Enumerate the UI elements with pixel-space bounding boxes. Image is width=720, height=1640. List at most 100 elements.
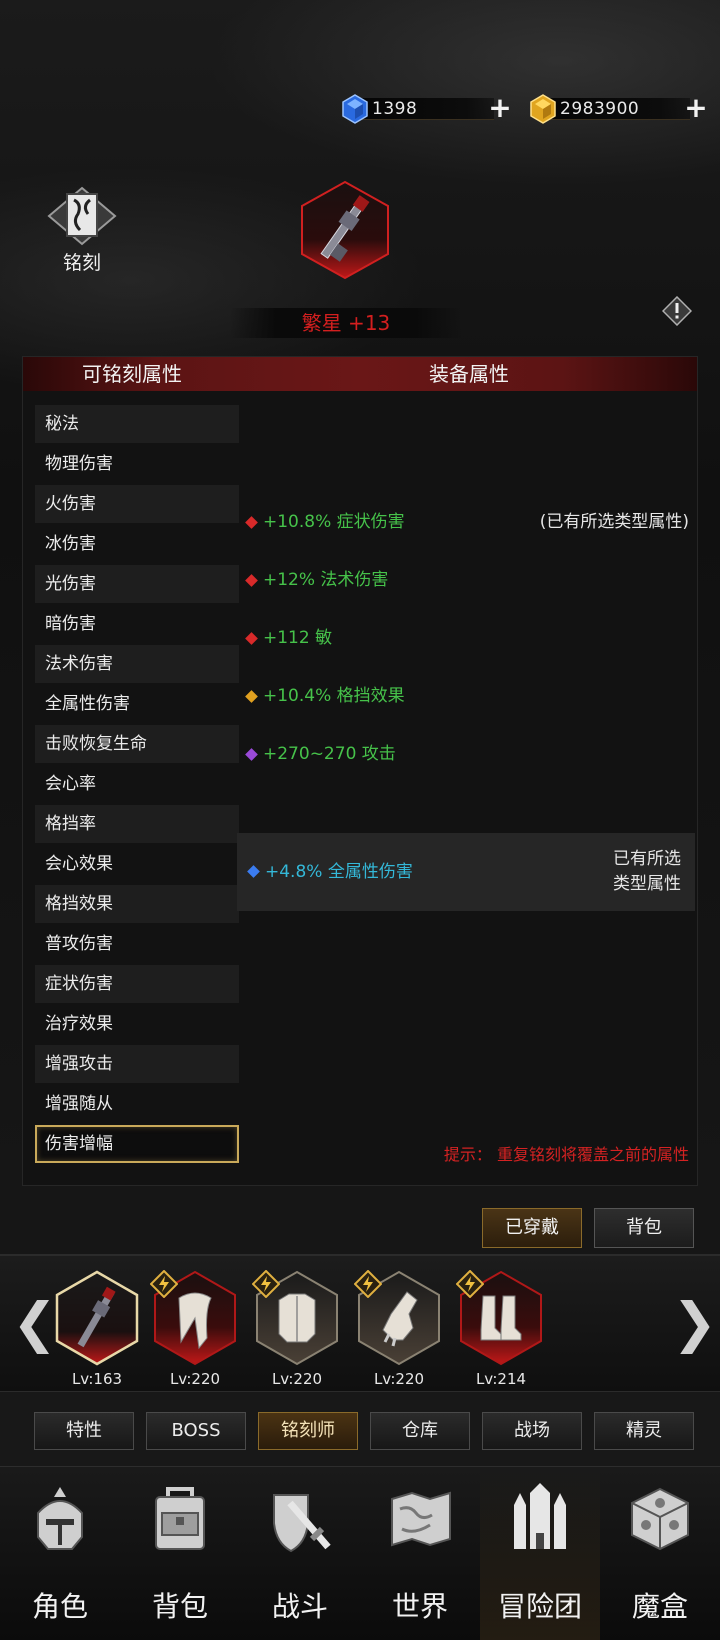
note-line-1: 已有所选 (613, 849, 681, 869)
castle-icon (514, 1483, 566, 1549)
item-name: 繁星 +13 (301, 311, 391, 335)
equip-attr-row: +10.8% 症状伤害 (已有所选类型属性) (241, 507, 697, 537)
equip-attr-text: +112 敏 (263, 628, 333, 648)
attr-item-dark-dmg[interactable]: 暗伤害 (35, 605, 239, 643)
lightning-badge-icon (252, 1270, 280, 1298)
selected-weapon-icon (301, 180, 389, 280)
attr-item-spell-dmg[interactable]: 法术伤害 (35, 645, 239, 683)
tab-traits[interactable]: 特性 (34, 1412, 134, 1450)
attr-item-kill-heal[interactable]: 击败恢复生命 (35, 725, 239, 763)
equip-attr-list: +10.8% 症状伤害 (已有所选类型属性) +12% 法术伤害 +112 敏 … (237, 405, 697, 1185)
attr-item-physical-dmg[interactable]: 物理伤害 (35, 445, 239, 483)
equip-slot-gauntlet[interactable]: Lv:220 (354, 1270, 444, 1388)
nav-label: 角色 (31, 1590, 88, 1623)
red-gem-icon (245, 574, 258, 587)
attr-item-crit-effect[interactable]: 会心效果 (35, 845, 239, 883)
attr-item-ice-dmg[interactable]: 冰伤害 (35, 525, 239, 563)
nav-label: 冒险团 (497, 1590, 582, 1623)
attr-item-block-effect[interactable]: 格挡效果 (35, 885, 239, 923)
equip-slot-boots[interactable]: Lv:214 (456, 1270, 546, 1388)
equip-slot-armor[interactable]: Lv:220 (252, 1270, 342, 1388)
attr-item-enhance-minion[interactable]: 增强随从 (35, 1085, 239, 1123)
overwrite-hint: 提示： 重复铭刻将覆盖之前的属性 (443, 1145, 689, 1164)
attr-item-all-dmg[interactable]: 全属性伤害 (35, 685, 239, 723)
tab-battlefield[interactable]: 战场 (482, 1412, 582, 1450)
equipped-button[interactable]: 已穿戴 (482, 1208, 582, 1248)
gold-crystal-icon (530, 94, 556, 124)
bag-button[interactable]: 背包 (594, 1208, 694, 1248)
slot-level: Lv:220 (169, 1370, 221, 1388)
nav-adventure-team[interactable]: 冒险团 (480, 1467, 600, 1640)
blue-gem-icon (247, 865, 260, 878)
equip-slot-gun[interactable]: Lv:163 (52, 1270, 142, 1388)
engrave-icon (47, 186, 117, 246)
nav-magic-box[interactable]: 魔盒 (600, 1467, 720, 1640)
equipment-carousel: ❮ ❯ Lv:163 Lv:220 Lv:220 Lv:220 Lv:214 (0, 1254, 720, 1392)
sword-shield-icon (273, 1494, 331, 1553)
equip-attr-text: +12% 法术伤害 (263, 570, 389, 590)
lightning-badge-icon (150, 1270, 178, 1298)
existing-type-attr-box: +4.8% 全属性伤害 已有所选 类型属性 (237, 833, 695, 911)
backpack-icon (155, 1487, 205, 1550)
tab-boss[interactable]: BOSS (146, 1412, 246, 1450)
nav-label: 魔盒 (631, 1590, 688, 1623)
attr-item-arcane[interactable]: 秘法 (35, 405, 239, 443)
red-gem-icon (245, 632, 258, 645)
engrave-label: 铭刻 (62, 252, 101, 274)
attr-item-heal-effect[interactable]: 治疗效果 (35, 1005, 239, 1043)
equip-attrs-header: 装备属性 (429, 362, 509, 386)
engravable-attrs-header: 可铭刻属性 (82, 362, 182, 386)
equip-attr-row: +112 敏 (241, 623, 697, 653)
nav-character[interactable]: 角色 (0, 1467, 120, 1640)
engrave-panel: 可铭刻属性 装备属性 秘法 物理伤害 火伤害 冰伤害 光伤害 暗伤害 法术伤害 … (22, 356, 698, 1186)
equip-attr-row: +10.4% 格挡效果 (241, 681, 697, 711)
equip-attr-row: +270~270 攻击 (241, 739, 697, 769)
tab-spirit[interactable]: 精灵 (594, 1412, 694, 1450)
slot-level: Lv:220 (373, 1370, 425, 1388)
attr-item-basic-attack-dmg[interactable]: 普攻伤害 (35, 925, 239, 963)
tab-engraver[interactable]: 铭刻师 (258, 1412, 358, 1450)
attr-item-dmg-amplify[interactable]: 伤害增幅 (35, 1125, 239, 1163)
note-line-2: 类型属性 (613, 874, 681, 894)
engrave-button[interactable]: 铭刻 (44, 186, 120, 275)
equip-attr-row: +12% 法术伤害 (241, 565, 697, 595)
equip-attr-note: (已有所选类型属性) (539, 512, 689, 532)
lightning-badge-icon (354, 1270, 382, 1298)
slot-level: Lv:214 (475, 1370, 527, 1388)
equip-attr-text: +10.8% 症状伤害 (263, 512, 405, 532)
add-gold-button[interactable]: + (684, 94, 708, 122)
highlight-attr-note: 已有所选 类型属性 (613, 847, 681, 897)
nav-battle[interactable]: 战斗 (240, 1467, 360, 1640)
tab-warehouse[interactable]: 仓库 (370, 1412, 470, 1450)
item-name-bar: 繁星 +13 (230, 308, 462, 338)
nav-bag[interactable]: 背包 (120, 1467, 240, 1640)
attr-item-block-rate[interactable]: 格挡率 (35, 805, 239, 843)
magic-cube-icon (631, 1487, 689, 1551)
equip-slot-scarf[interactable]: Lv:220 (150, 1270, 240, 1388)
panel-header: 可铭刻属性 装备属性 (23, 357, 697, 391)
attr-item-crit-rate[interactable]: 会心率 (35, 765, 239, 803)
nav-world[interactable]: 世界 (360, 1467, 480, 1640)
lightning-badge-icon (456, 1270, 484, 1298)
add-gem-button[interactable]: + (488, 94, 512, 122)
gold-currency: 2983900 + (528, 94, 708, 124)
engravable-attr-list: 秘法 物理伤害 火伤害 冰伤害 光伤害 暗伤害 法术伤害 全属性伤害 击败恢复生… (35, 405, 239, 1165)
purple-gem-icon (245, 748, 258, 761)
prev-arrow-icon[interactable]: ❮ (12, 1296, 57, 1350)
bottom-nav: 角色 背包 战斗 世界 冒险团 魔盒 (0, 1466, 720, 1640)
attr-item-light-dmg[interactable]: 光伤害 (35, 565, 239, 603)
next-arrow-icon[interactable]: ❯ (672, 1296, 717, 1350)
gold-value: 2983900 (560, 99, 640, 119)
highlight-attr-text: +4.8% 全属性伤害 (265, 862, 413, 882)
info-icon[interactable] (662, 296, 692, 326)
equip-attr-text: +270~270 攻击 (263, 744, 396, 764)
knight-helmet-icon (37, 1487, 83, 1550)
blue-gem-icon (342, 94, 368, 124)
slot-level: Lv:163 (71, 1370, 123, 1388)
attr-item-enhance-attack[interactable]: 增强攻击 (35, 1045, 239, 1083)
red-gem-icon (245, 516, 258, 529)
equip-attr-text: +10.4% 格挡效果 (263, 686, 405, 706)
slot-level: Lv:220 (271, 1370, 323, 1388)
attr-item-status-dmg[interactable]: 症状伤害 (35, 965, 239, 1003)
attr-item-fire-dmg[interactable]: 火伤害 (35, 485, 239, 523)
